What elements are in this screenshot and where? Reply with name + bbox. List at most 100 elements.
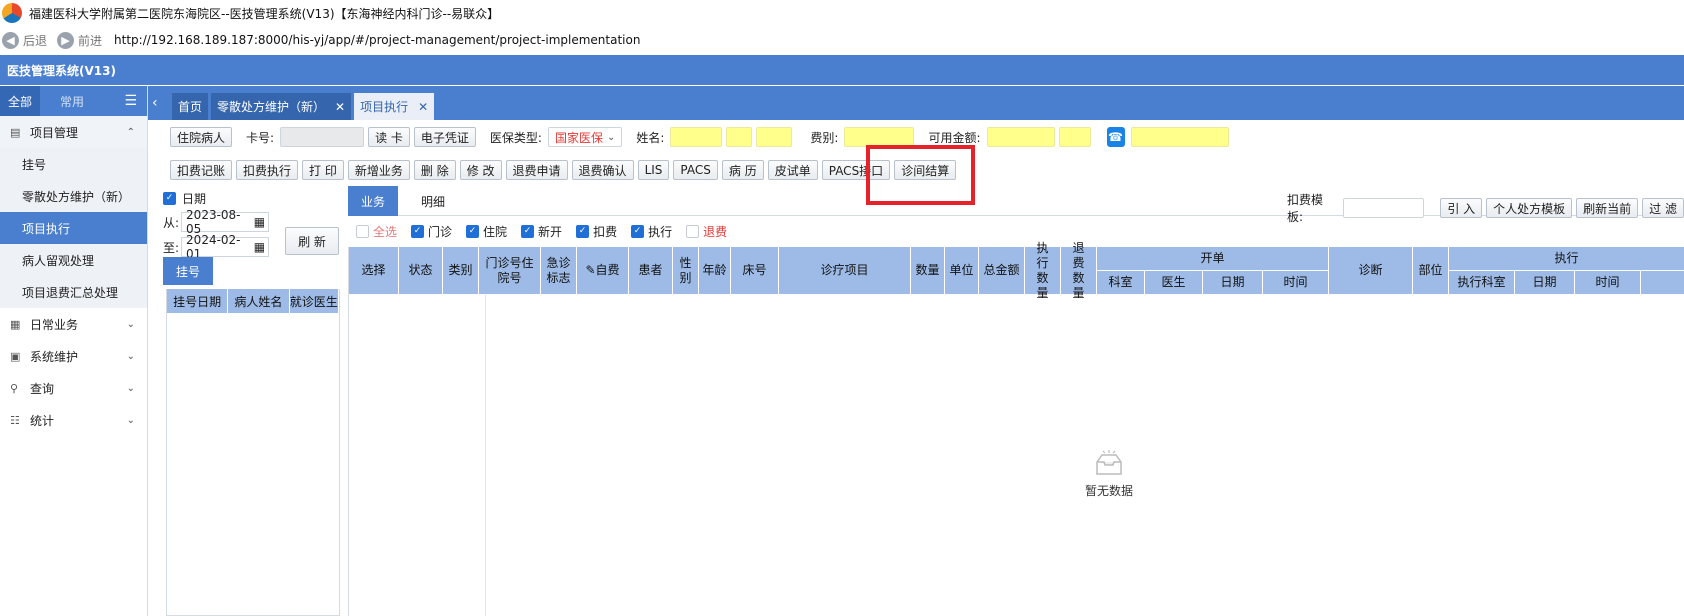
sidebar-group-system[interactable]: ▣ 系统维护 ⌄ xyxy=(0,340,147,372)
col-exec-extra xyxy=(1641,271,1684,295)
delete-button[interactable]: 删 除 xyxy=(413,160,456,180)
refund-confirm-button[interactable]: 退费确认 xyxy=(571,160,634,180)
col-exec-dept: 执行科室 xyxy=(1449,271,1515,295)
balance-field[interactable] xyxy=(986,127,1055,147)
chevron-down-icon: ⌄ xyxy=(126,318,135,330)
chevron-down-icon: ⌄ xyxy=(606,131,616,143)
close-icon[interactable]: ✕ xyxy=(335,100,345,114)
app-title: 医技管理系统(V13) xyxy=(7,63,116,78)
filter-new[interactable]: ✓ 新开 xyxy=(521,223,562,240)
name-label: 姓名: xyxy=(636,130,665,145)
sidebar-tab-all[interactable]: 全部 xyxy=(0,86,41,116)
template-input[interactable] xyxy=(1342,198,1425,218)
read-card-button[interactable]: 读 卡 xyxy=(368,127,410,147)
to-label: 至: xyxy=(163,240,180,255)
col-select: 选择 xyxy=(349,247,399,295)
charge-record-button[interactable]: 扣费记账 xyxy=(170,160,233,180)
insurance-label: 医保类型: xyxy=(489,130,542,145)
import-button[interactable]: 引 入 xyxy=(1440,198,1483,218)
tab-execution[interactable]: 项目执行 ✕ xyxy=(354,93,435,120)
tab-home[interactable]: 首页 xyxy=(172,93,209,120)
insurance-select[interactable]: 国家医保 ⌄ xyxy=(547,127,623,147)
sidebar-group-daily[interactable]: ▦ 日常业务 ⌄ xyxy=(0,308,147,340)
back-button[interactable]: ◀ 后退 xyxy=(0,31,48,49)
lis-button[interactable]: LIS xyxy=(637,160,670,180)
col-exec-date: 日期 xyxy=(1515,271,1575,295)
filter-button[interactable]: 过 滤 xyxy=(1642,198,1684,218)
registration-table-header: 挂号日期 病人姓名 就诊医生 xyxy=(167,289,339,313)
edit-icon: ✎ xyxy=(585,263,596,277)
name-field[interactable] xyxy=(670,127,723,147)
sidebar-item-refund-summary[interactable]: 项目退费汇总处理 xyxy=(0,276,147,308)
from-label: 从: xyxy=(163,215,180,230)
col-item: 诊疗项目 xyxy=(779,247,911,295)
filter-outpatient[interactable]: ✓ 门诊 xyxy=(411,223,452,240)
from-date-input[interactable]: 2023-08-05 ▦ xyxy=(181,208,270,236)
sex-field[interactable] xyxy=(726,127,753,147)
sidebar-item-observation[interactable]: 病人留观处理 xyxy=(0,244,147,276)
sidebar-group-label: 查询 xyxy=(30,381,55,396)
pacs-button[interactable]: PACS xyxy=(673,160,718,180)
sidebar-item-execution[interactable]: 项目执行 xyxy=(0,212,147,244)
fee-type-field[interactable] xyxy=(844,127,915,147)
age-field[interactable] xyxy=(756,127,793,147)
refresh-button[interactable]: 刷 新 xyxy=(285,227,339,255)
balance-extra-field[interactable] xyxy=(1058,127,1091,147)
collapse-sidebar-icon[interactable]: ‹ xyxy=(152,95,166,111)
tab-strip: ‹ 首页 零散处方维护（新） ✕ 项目执行 ✕ xyxy=(148,86,1684,120)
col-doctor: 就诊医生 xyxy=(290,289,339,313)
tab-business[interactable]: 业务 xyxy=(348,186,398,216)
medical-record-button[interactable]: 病 历 xyxy=(721,160,764,180)
stats-icon: ☷ xyxy=(10,413,20,427)
sidebar-group-label: 日常业务 xyxy=(30,317,79,332)
date-checkbox[interactable]: ✓ xyxy=(163,192,176,205)
personal-template-button[interactable]: 个人处方模板 xyxy=(1486,198,1573,218)
sidebar-item-register[interactable]: 挂号 xyxy=(0,148,147,180)
sidebar-group-query[interactable]: ⚲ 查询 ⌄ xyxy=(0,372,147,404)
calendar-icon: ▦ xyxy=(253,240,266,254)
filter-charged[interactable]: ✓ 扣费 xyxy=(576,223,617,240)
close-icon[interactable]: ✕ xyxy=(418,100,428,114)
phone-icon[interactable]: ☎ xyxy=(1106,127,1125,147)
empty-inbox-icon xyxy=(1093,450,1125,476)
sidebar-item-prescription[interactable]: 零散处方维护（新） xyxy=(0,180,147,212)
filter-inpatient[interactable]: ✓ 住院 xyxy=(466,223,507,240)
tab-prescription[interactable]: 零散处方维护（新） ✕ xyxy=(211,93,352,120)
sidebar-group-stats[interactable]: ☷ 统计 ⌄ xyxy=(0,404,147,436)
refresh-current-button[interactable]: 刷新当前 xyxy=(1576,198,1639,218)
col-refund-qty: 退费数量 xyxy=(1061,241,1097,300)
phone-field[interactable] xyxy=(1130,127,1229,147)
col-total: 总金额 xyxy=(979,247,1025,295)
sidebar-tab-common[interactable]: 常用 xyxy=(52,86,92,116)
charge-execute-button[interactable]: 扣费执行 xyxy=(236,160,299,180)
back-label: 后退 xyxy=(23,33,48,48)
refund-request-button[interactable]: 退费申请 xyxy=(505,160,568,180)
tab-label: 项目执行 xyxy=(360,100,409,114)
col-self-pay: ✎ 自费 xyxy=(577,247,629,295)
registration-header: 挂号 xyxy=(163,257,213,285)
card-number-input[interactable] xyxy=(280,127,365,147)
skin-test-button[interactable]: 皮试单 xyxy=(767,160,818,180)
filter-checkboxes: 全选 ✓ 门诊 ✓ 住院 ✓ 新开 ✓ 扣费 ✓ 执行 退费 xyxy=(356,222,741,240)
url-field[interactable]: http://192.168.189.187:8000/his-yj/app/#… xyxy=(114,33,640,47)
col-order-dept: 科室 xyxy=(1097,271,1145,295)
col-diagnosis: 诊断 xyxy=(1329,247,1413,295)
edit-button[interactable]: 修 改 xyxy=(459,160,502,180)
tab-detail[interactable]: 明细 xyxy=(408,186,458,216)
to-date-input[interactable]: 2024-02-01 ▦ xyxy=(181,233,270,261)
sidebar-group-project[interactable]: ▤ 项目管理 ⌃ xyxy=(0,116,147,148)
e-voucher-button[interactable]: 电子凭证 xyxy=(413,127,476,147)
forward-button[interactable]: ▶ 前进 xyxy=(55,31,102,49)
menu-icon[interactable]: ☰ xyxy=(124,93,137,109)
filter-refunded[interactable]: 退费 xyxy=(686,223,727,240)
col-visit-no: 门诊号住院号 xyxy=(479,247,541,295)
template-label: 扣费模板: xyxy=(1287,193,1324,224)
filter-executed[interactable]: ✓ 执行 xyxy=(631,223,672,240)
print-button[interactable]: 打 印 xyxy=(302,160,344,180)
filter-select-all[interactable]: 全选 xyxy=(356,223,397,240)
add-business-button[interactable]: 新增业务 xyxy=(347,160,410,180)
col-emergency: 急诊标志 xyxy=(541,247,577,295)
template-row: 扣费模板: 引 入 个人处方模板 刷新当前 过 滤 xyxy=(1287,191,1684,225)
inpatient-button[interactable]: 住院病人 xyxy=(170,127,233,147)
col-order-doctor: 医生 xyxy=(1145,271,1203,295)
